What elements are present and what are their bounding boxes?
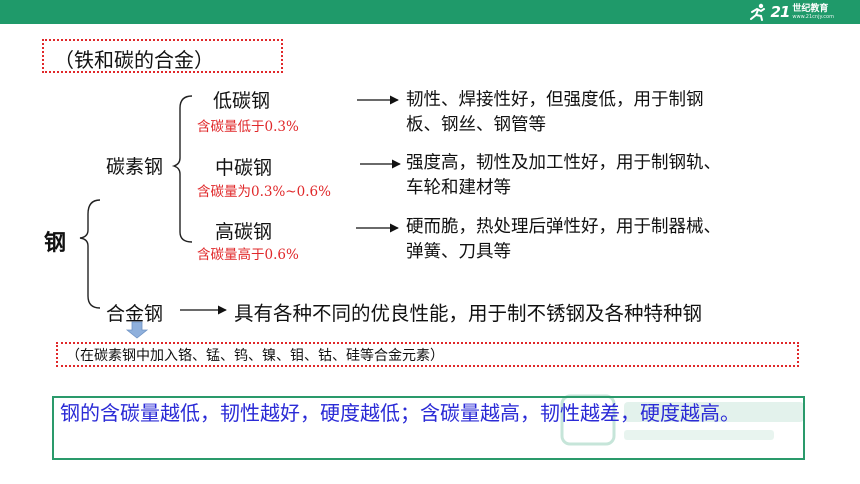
alloy-steel-label: 合金钢 [106, 303, 164, 325]
alloy-steel-properties: 具有各种不同的优良性能，用于制不锈钢及各种特种钢 [234, 302, 703, 325]
medium-carbon-content: 含碳量为0.3%~0.6% [197, 184, 331, 200]
carbon-steel-label: 碳素钢 [106, 156, 164, 178]
high-carbon-properties: 硬而脆，热处理后弹性好，用于制器械、 弹簧、刀具等 [406, 215, 826, 265]
alloy-note: （在碳素钢中加入铬、锰、钨、镍、钼、钴、硅等合金元素） [66, 348, 444, 364]
medium-carbon-properties-line2: 车轮和建材等 [406, 178, 511, 198]
main-brace [79, 199, 101, 309]
low-carbon-properties-line1: 韧性、焊接性好，但强度低，用于制钢 [406, 90, 704, 110]
page-title: （铁和碳的合金） [54, 48, 214, 72]
high-carbon-steel-label: 高碳钢 [215, 221, 273, 243]
low-carbon-properties-line2: 板、钢丝、钢管等 [406, 115, 546, 135]
carbon-brace [171, 95, 193, 243]
high-carbon-content: 含碳量高于0.6% [197, 247, 299, 263]
low-carbon-steel-label: 低碳钢 [213, 90, 271, 112]
high-carbon-properties-line1: 硬而脆，热处理后弹性好，用于制器械、 [406, 217, 721, 237]
medium-carbon-steel-label: 中碳钢 [215, 157, 273, 179]
low-carbon-properties: 韧性、焊接性好，但强度低，用于制钢 板、钢丝、钢管等 [406, 88, 826, 138]
low-carbon-content: 含碳量低于0.3% [197, 119, 299, 135]
medium-carbon-properties: 强度高，韧性及加工性好，用于制钢轨、 车轮和建材等 [406, 151, 826, 201]
high-carbon-properties-line2: 弹簧、刀具等 [406, 242, 511, 262]
medium-carbon-properties-line1: 强度高，韧性及加工性好，用于制钢轨、 [406, 153, 721, 173]
summary-text: 钢的含碳量越低，韧性越好，硬度越低；含碳量越高，韧性越差，硬度越高。 [60, 401, 740, 425]
root-label-steel: 钢 [44, 231, 67, 256]
